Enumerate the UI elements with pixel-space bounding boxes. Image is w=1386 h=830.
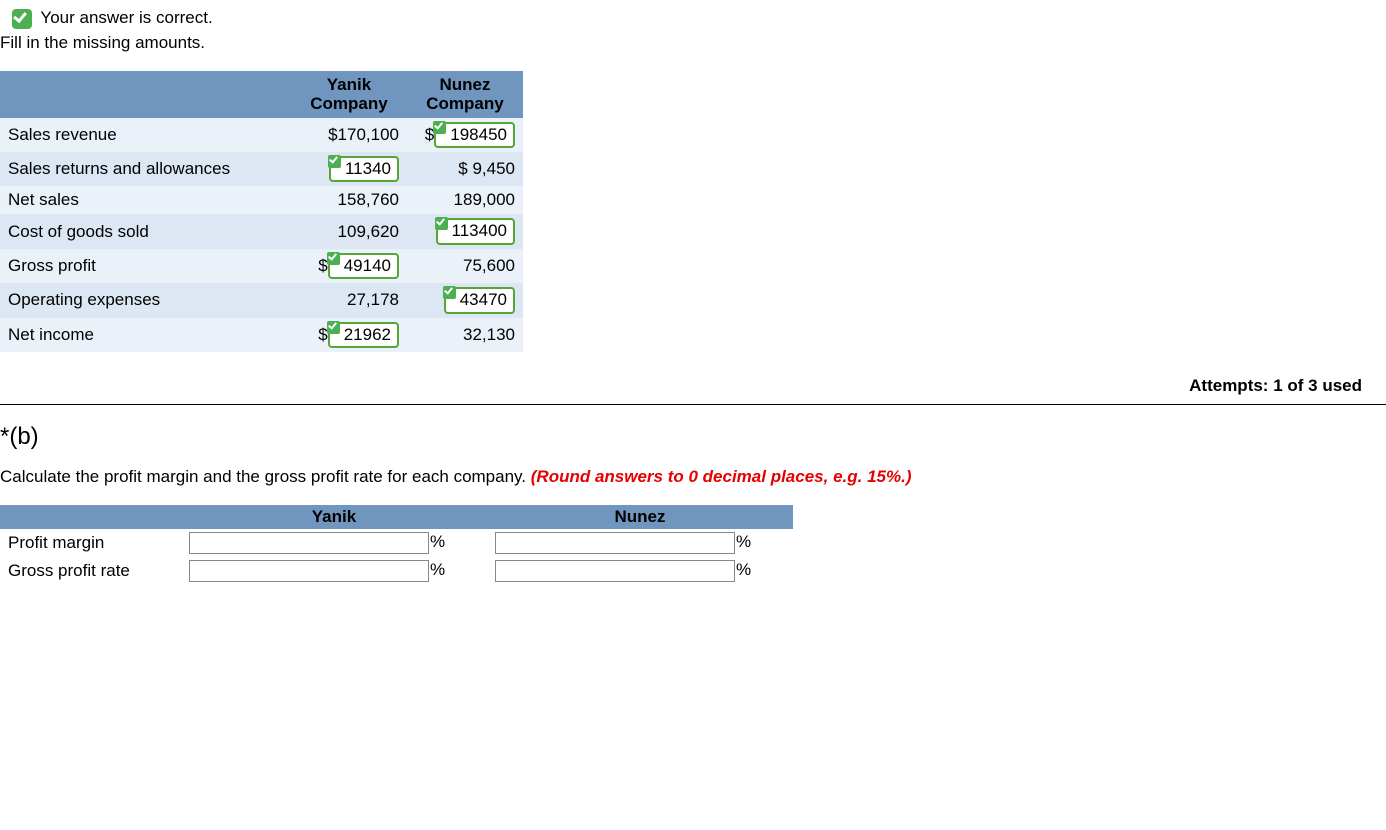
cell-sales-revenue-nunez: $198450 (407, 118, 523, 152)
cell-sales-returns-nunez: $ 9,450 (407, 152, 523, 186)
table-row: Net sales 158,760 189,000 (0, 186, 523, 214)
attempts-text: Attempts: 1 of 3 used (0, 376, 1362, 396)
separator (0, 404, 1386, 405)
answer-box: 43470 (444, 287, 515, 313)
answer-box: 198450 (434, 122, 515, 148)
row-label-op-exp: Operating expenses (0, 283, 291, 317)
row-label-sales-revenue: Sales revenue (0, 118, 291, 152)
cell-net-income-nunez: 32,130 (407, 318, 523, 352)
table-row: Gross profit $49140 75,600 (0, 249, 523, 283)
part-b-heading: *(b) (0, 423, 1386, 451)
check-icon (443, 286, 456, 299)
cell-net-sales-yanik: 158,760 (291, 186, 407, 214)
percent-sign: % (430, 532, 445, 551)
gross-profit-rate-yanik-input[interactable] (189, 560, 429, 582)
gross-profit-rate-nunez-input[interactable] (495, 560, 735, 582)
check-icon (435, 217, 448, 230)
profit-margin-yanik-input[interactable] (189, 532, 429, 554)
answer-correct-line: Your answer is correct. (12, 8, 1386, 29)
check-icon (327, 252, 340, 265)
cell-gross-profit-yanik: $49140 (291, 249, 407, 283)
row-label-net-sales: Net sales (0, 186, 291, 214)
table-header-nunez: Nunez Company (407, 71, 523, 118)
row-label-gross-profit: Gross profit (0, 249, 291, 283)
pb-header-blank (0, 505, 181, 529)
cell-sales-returns-yanik: 11340 (291, 152, 407, 186)
cell-cogs-yanik: 109,620 (291, 214, 407, 248)
part-b-instruction: Calculate the profit margin and the gros… (0, 467, 1386, 487)
financial-table: Yanik Company Nunez Company Sales revenu… (0, 71, 523, 352)
part-b-table: Yanik Nunez Profit margin % % Gross prof… (0, 505, 793, 585)
check-icon (328, 155, 341, 168)
table-header-blank (0, 71, 291, 118)
percent-sign: % (430, 560, 445, 579)
table-row: Cost of goods sold 109,620 113400 (0, 214, 523, 248)
cell-net-income-yanik: $21962 (291, 318, 407, 352)
answer-box: 11340 (329, 156, 399, 182)
check-icon (433, 121, 446, 134)
table-row: Profit margin % % (0, 529, 793, 557)
pb-header-yanik: Yanik (181, 505, 487, 529)
cell-gross-profit-nunez: 75,600 (407, 249, 523, 283)
row-label-sales-returns: Sales returns and allowances (0, 152, 291, 186)
cell-sales-revenue-yanik: $170,100 (291, 118, 407, 152)
instruction-a: Fill in the missing amounts. (0, 33, 1386, 53)
check-icon (12, 9, 32, 29)
answer-correct-text: Your answer is correct. (40, 8, 212, 27)
row-label-cogs: Cost of goods sold (0, 214, 291, 248)
profit-margin-nunez-input[interactable] (495, 532, 735, 554)
table-row: Gross profit rate % % (0, 557, 793, 585)
pb-row-profit-margin: Profit margin (0, 529, 181, 557)
table-row: Sales returns and allowances 11340 $ 9,4… (0, 152, 523, 186)
percent-sign: % (736, 560, 751, 579)
table-header-yanik: Yanik Company (291, 71, 407, 118)
answer-box: 21962 (328, 322, 399, 348)
pb-row-gross-profit-rate: Gross profit rate (0, 557, 181, 585)
table-row: Sales revenue $170,100 $198450 (0, 118, 523, 152)
cell-cogs-nunez: 113400 (407, 214, 523, 248)
table-row: Net income $21962 32,130 (0, 318, 523, 352)
answer-box: 49140 (328, 253, 399, 279)
round-note: (Round answers to 0 decimal places, e.g.… (531, 467, 912, 486)
cell-net-sales-nunez: 189,000 (407, 186, 523, 214)
percent-sign: % (736, 532, 751, 551)
pb-header-nunez: Nunez (487, 505, 793, 529)
answer-box: 113400 (436, 218, 515, 244)
cell-op-exp-nunez: 43470 (407, 283, 523, 317)
table-row: Operating expenses 27,178 43470 (0, 283, 523, 317)
check-icon (327, 321, 340, 334)
cell-op-exp-yanik: 27,178 (291, 283, 407, 317)
row-label-net-income: Net income (0, 318, 291, 352)
